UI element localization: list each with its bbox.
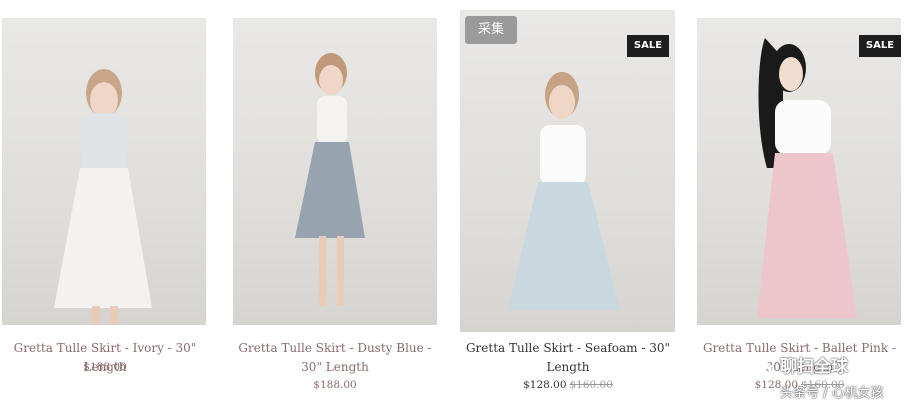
product-price: $128.00 $160.00 [460,378,676,392]
current-price: $188.00 [313,379,357,391]
product-image[interactable] [460,10,675,332]
product-image[interactable] [2,18,206,325]
model-photo-illustration [508,72,620,310]
product-title[interactable]: Gretta Tulle Skirt - Dusty Blue - 30" Le… [230,339,440,377]
wechat-icon [746,357,772,375]
product-image[interactable] [233,18,437,325]
model-photo-illustration [54,69,152,325]
current-price: $188.00 [83,361,127,373]
model-photo-illustration [757,38,857,318]
original-price: $160.00 [569,379,613,391]
collect-button[interactable]: 采集 [465,16,517,44]
product-title[interactable]: Gretta Tulle Skirt - Seafoam - 30" Lengt… [460,339,676,377]
sale-badge: SALE [627,35,669,57]
watermark-title: 聊扫全球 [780,357,848,377]
current-price: $128.00 [523,379,567,391]
product-price: $188.00 [230,378,440,392]
model-photo-illustration [295,53,365,306]
product-price: $188.00 [0,360,210,374]
sale-badge: SALE [859,35,901,57]
product-image[interactable] [697,18,901,325]
watermark-source: 头条号 / 心机女孩 [780,386,884,401]
watermark: 聊扫全球 头条号 / 心机女孩 [740,350,905,407]
